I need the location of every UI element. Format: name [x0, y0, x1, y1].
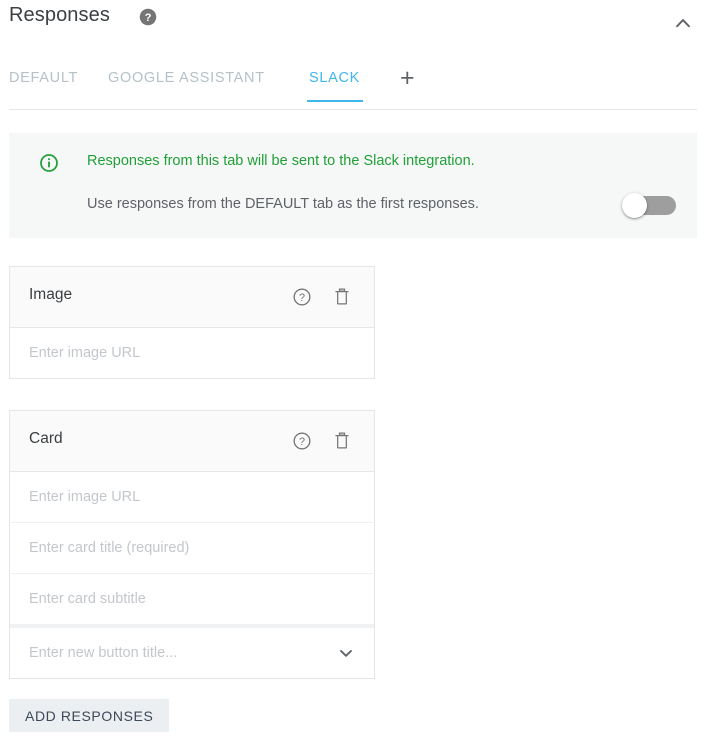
response-block-title: Card: [29, 430, 63, 448]
response-block-header: Card ?: [10, 411, 374, 472]
response-row[interactable]: Enter card subtitle: [10, 574, 374, 625]
card-image-url-input[interactable]: Enter image URL: [29, 472, 334, 522]
response-block-title: Image: [29, 286, 72, 304]
use-default-responses-toggle[interactable]: [622, 193, 678, 218]
svg-text:?: ?: [299, 436, 305, 448]
response-row[interactable]: Enter new button title...: [10, 625, 374, 678]
svg-text:?: ?: [299, 292, 305, 304]
banner-message: Responses from this tab will be sent to …: [87, 153, 475, 169]
tab-google-assistant[interactable]: GOOGLE ASSISTANT: [108, 70, 265, 86]
response-block-card: Card ? Enter image URL Enter card title …: [9, 410, 375, 679]
response-tabs: DEFAULT GOOGLE ASSISTANT SLACK +: [0, 70, 705, 110]
add-responses-button[interactable]: ADD RESPONSES: [9, 699, 169, 732]
use-default-responses-label: Use responses from the DEFAULT tab as th…: [87, 196, 479, 212]
help-filled-icon[interactable]: ?: [139, 8, 157, 26]
image-url-input[interactable]: Enter image URL: [29, 328, 334, 378]
tab-slack[interactable]: SLACK: [309, 70, 360, 86]
chevron-up-icon[interactable]: [670, 10, 696, 36]
chevron-down-icon[interactable]: [336, 643, 356, 663]
card-title-input[interactable]: Enter card title (required): [29, 523, 334, 573]
help-outline-icon[interactable]: ?: [292, 287, 312, 307]
info-circle-icon: [39, 153, 59, 173]
response-row[interactable]: Enter image URL: [10, 328, 374, 378]
slack-info-banner: Responses from this tab will be sent to …: [9, 133, 697, 238]
card-button-title-input[interactable]: Enter new button title...: [29, 628, 334, 678]
tab-default[interactable]: DEFAULT: [9, 70, 78, 86]
response-block-image: Image ? Enter image URL: [9, 266, 375, 379]
tab-active-indicator: [307, 100, 363, 102]
response-block-header: Image ?: [10, 267, 374, 328]
panel-header: Responses ?: [0, 0, 705, 56]
response-row[interactable]: Enter image URL: [10, 472, 374, 523]
add-tab-button[interactable]: +: [400, 66, 415, 90]
toggle-knob: [622, 193, 647, 218]
page-title: Responses: [9, 4, 110, 27]
response-row[interactable]: Enter card title (required): [10, 523, 374, 574]
svg-text:?: ?: [145, 12, 152, 24]
tabs-divider: [9, 109, 697, 110]
trash-icon[interactable]: [332, 430, 352, 451]
trash-icon[interactable]: [332, 286, 352, 307]
help-outline-icon[interactable]: ?: [292, 431, 312, 451]
card-subtitle-input[interactable]: Enter card subtitle: [29, 574, 334, 624]
